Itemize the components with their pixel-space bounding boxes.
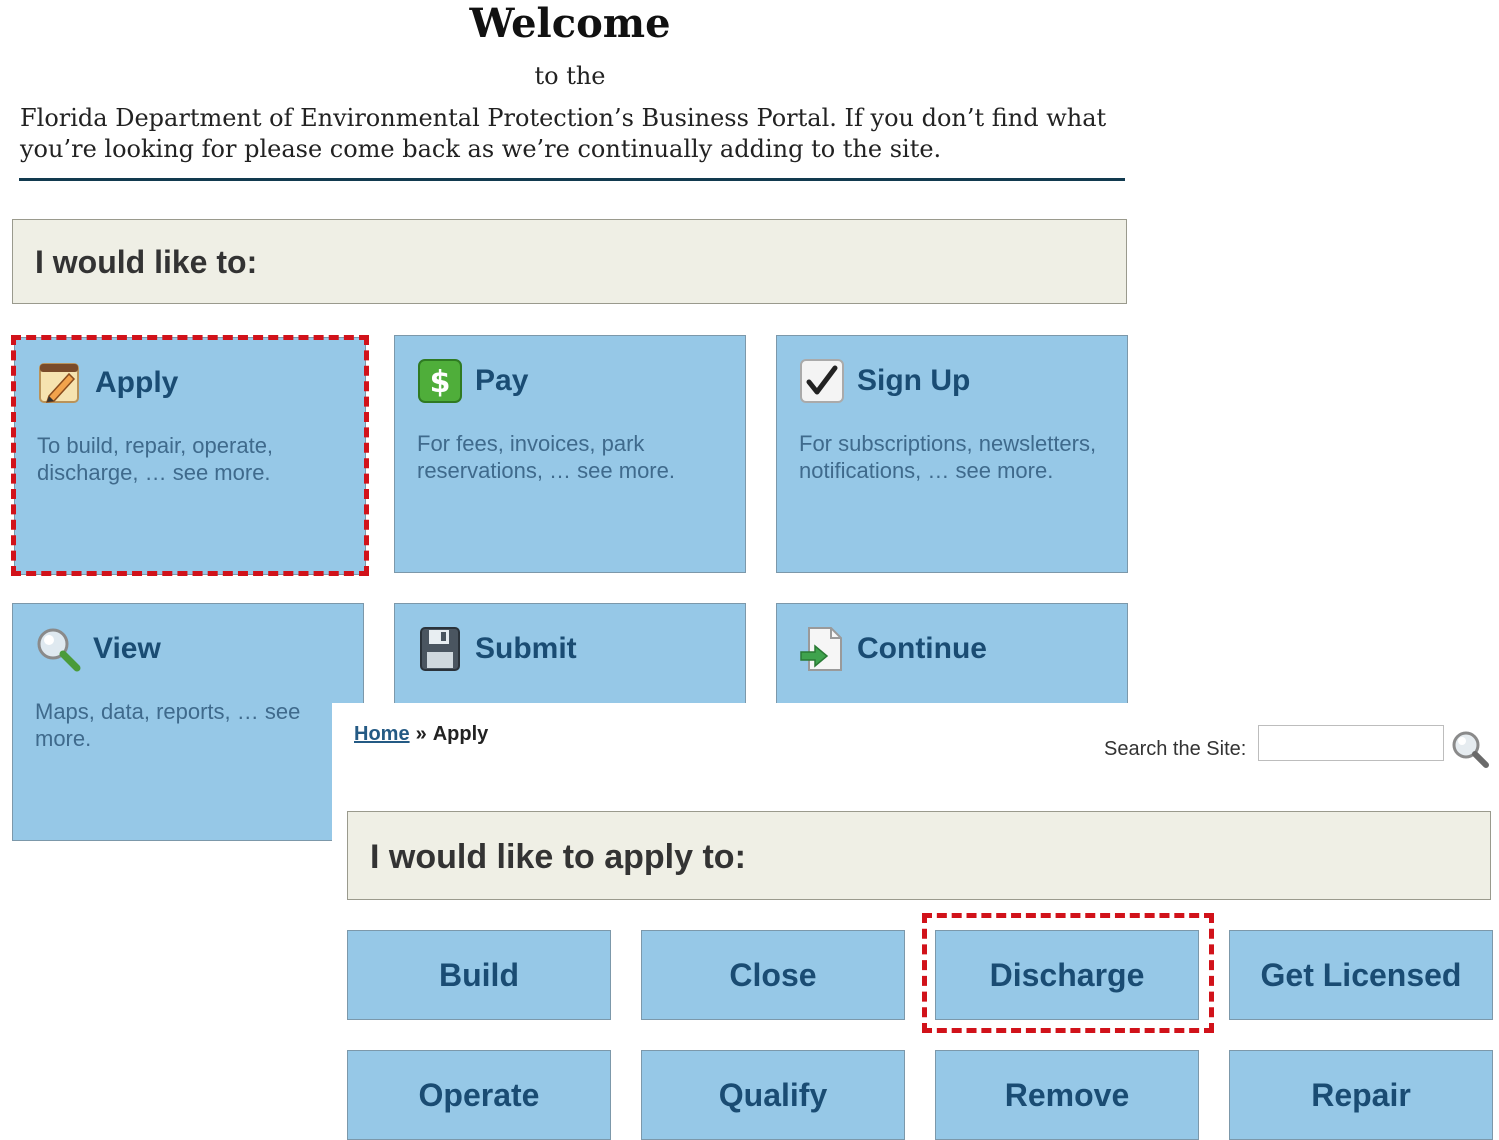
highlight-discharge (922, 913, 1214, 1033)
highlight-apply (11, 335, 369, 576)
breadcrumb-current: Apply (432, 723, 489, 745)
checkmark-icon (800, 359, 844, 403)
prompt-text: I would like to: (35, 244, 258, 280)
welcome-subtitle: to the (534, 62, 606, 90)
tile-sign-up[interactable]: Sign Up For subscriptions, newsletters, … (776, 335, 1128, 573)
tile-pay[interactable]: $ Pay For fees, invoices, park reservati… (394, 335, 746, 573)
dollar-icon: $ (418, 359, 462, 403)
welcome-title: Welcome (469, 0, 671, 47)
document-arrow-icon (800, 627, 842, 671)
breadcrumb-home-link[interactable]: Home (354, 723, 410, 745)
option-operate-button[interactable]: Operate (347, 1050, 611, 1140)
search-input[interactable] (1258, 725, 1444, 761)
floppy-disk-icon (420, 627, 460, 671)
option-remove-button[interactable]: Remove (935, 1050, 1199, 1140)
tile-view[interactable]: View Maps, data, reports, … see more. (12, 603, 364, 841)
breadcrumb: Home» Apply (354, 723, 488, 746)
magnifier-icon (37, 628, 81, 672)
tile-title: Submit (475, 632, 577, 665)
option-close-button[interactable]: Close (641, 930, 905, 1020)
apply-prompt-text: I would like to apply to: (370, 838, 746, 876)
apply-page: Home» Apply Search the Site: I would like… (332, 703, 1499, 1140)
tile-description: For fees, invoices, park reservations, …… (417, 431, 675, 483)
apply-prompt-bar: I would like to apply to: (347, 811, 1491, 900)
breadcrumb-separator: » (415, 723, 427, 745)
divider (19, 178, 1125, 181)
option-build-button[interactable]: Build (347, 930, 611, 1020)
search-icon[interactable] (1450, 729, 1490, 769)
option-qualify-button[interactable]: Qualify (641, 1050, 905, 1140)
option-get-licensed-button[interactable]: Get Licensed (1229, 930, 1493, 1020)
tile-title: Continue (857, 632, 987, 665)
tile-description: For subscriptions, newsletters, notifica… (799, 431, 1097, 483)
tile-title: Sign Up (857, 364, 971, 397)
prompt-bar: I would like to: (12, 219, 1127, 304)
tile-title: View (93, 632, 161, 665)
tile-title: Pay (475, 364, 529, 397)
welcome-intro: Florida Department of Environmental Prot… (20, 104, 1107, 163)
option-repair-button[interactable]: Repair (1229, 1050, 1493, 1140)
svg-text:$: $ (430, 365, 451, 400)
tile-description: Maps, data, reports, … see more. (35, 699, 301, 751)
search-label: Search the Site: (1104, 738, 1247, 760)
